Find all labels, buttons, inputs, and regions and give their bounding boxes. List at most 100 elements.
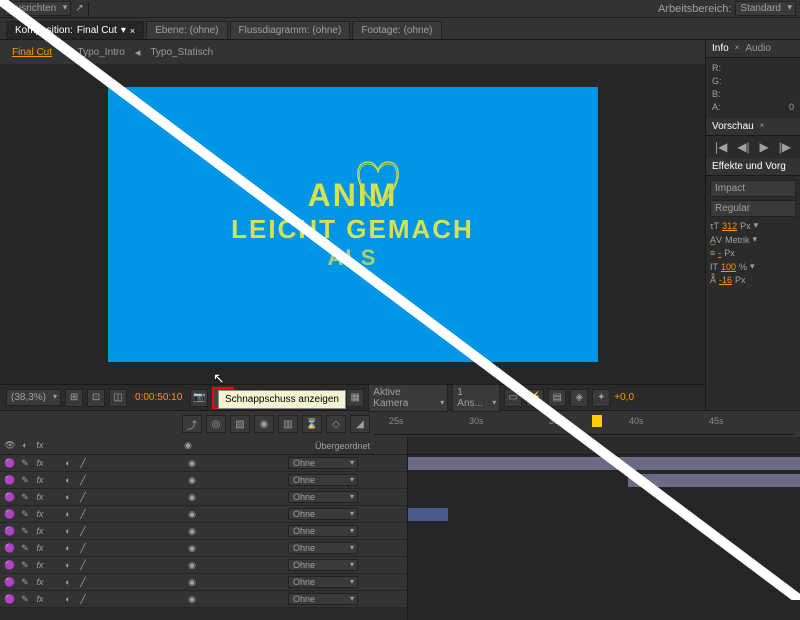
leading-value[interactable]: -: [718, 248, 721, 258]
av-icon[interactable]: 🟣: [4, 543, 16, 554]
lock-icon[interactable]: ✎: [19, 458, 31, 469]
collapse-icon[interactable]: ◐: [62, 492, 74, 503]
reset-exposure-button[interactable]: ✦: [592, 389, 610, 407]
layer-row[interactable]: 🟣 ✎ fx ◐ ╱ ◉ Ohne: [0, 489, 407, 506]
av-icon[interactable]: 🟣: [4, 492, 16, 503]
quality-icon[interactable]: ╱: [77, 543, 89, 554]
parent-dropdown[interactable]: Ohne: [288, 576, 358, 588]
collapse-icon[interactable]: ◐: [62, 526, 74, 537]
av-icon[interactable]: 🟣: [4, 560, 16, 571]
layer-row[interactable]: 🟣 ✎ fx ◐ ╱ ◉ Ohne: [0, 472, 407, 489]
av-icon[interactable]: 🟣: [4, 577, 16, 588]
lock-icon[interactable]: ✎: [19, 475, 31, 486]
lock-icon[interactable]: ✎: [19, 543, 31, 554]
collapse-icon[interactable]: ◐: [62, 594, 74, 605]
layer-row[interactable]: 🟣 ✎ fx ◐ ╱ ◉ Ohne: [0, 455, 407, 472]
track-row[interactable]: [408, 574, 800, 591]
dropdown-icon[interactable]: ▾: [750, 261, 755, 272]
motion-blur-button[interactable]: ◉: [254, 415, 274, 433]
parent-dropdown[interactable]: Ohne: [288, 508, 358, 520]
blend-switch-icon[interactable]: ◉: [186, 594, 198, 605]
layer-row[interactable]: 🟣 ✎ fx ◐ ╱ ◉ Ohne: [0, 540, 407, 557]
grid-toggle-button[interactable]: ⊞: [65, 389, 83, 407]
guides-toggle-button[interactable]: ⊡: [87, 389, 105, 407]
track-row[interactable]: [408, 540, 800, 557]
audio-tab[interactable]: Audio: [745, 43, 771, 54]
tab-composition[interactable]: Komposition: Final Cut ▾ ×: [6, 21, 144, 39]
collapse-icon[interactable]: ◐: [62, 543, 74, 554]
lock-icon[interactable]: ✎: [19, 492, 31, 503]
info-tab[interactable]: Info: [712, 43, 729, 54]
workspace-dropdown[interactable]: Standard: [735, 1, 796, 16]
prev-frame-button[interactable]: ◀|: [737, 140, 749, 154]
lock-icon[interactable]: ✎: [19, 577, 31, 588]
blend-button[interactable]: ▧: [230, 415, 250, 433]
quality-icon[interactable]: ╱: [77, 492, 89, 503]
tab-dropdown-icon[interactable]: ▾: [121, 25, 126, 36]
kerning-value[interactable]: Metrik: [725, 235, 750, 245]
snapshot-button[interactable]: 📷: [190, 389, 208, 407]
lock-icon[interactable]: ✎: [19, 560, 31, 571]
flowchart-button[interactable]: ◈: [570, 389, 588, 407]
track-row[interactable]: [408, 523, 800, 540]
brainstorm-button[interactable]: ⌛: [302, 415, 322, 433]
play-button[interactable]: ▶: [760, 140, 769, 154]
av-icon[interactable]: 🟣: [4, 509, 16, 520]
fx-icon[interactable]: fx: [34, 509, 46, 520]
track-row[interactable]: [408, 557, 800, 574]
exposure-value[interactable]: +0,0: [614, 392, 634, 403]
track-row[interactable]: [408, 455, 800, 472]
transparency-grid-button[interactable]: ▦: [346, 389, 364, 407]
fx-icon[interactable]: fx: [34, 560, 46, 571]
lock-icon[interactable]: ✎: [19, 594, 31, 605]
dropdown-icon[interactable]: ▾: [753, 234, 758, 245]
preview-area[interactable]: ANIM LEICHT GEMACH ALS: [0, 64, 705, 384]
parent-dropdown[interactable]: Ohne: [288, 559, 358, 571]
av-icon[interactable]: 🟣: [4, 458, 16, 469]
fx-icon[interactable]: fx: [34, 594, 46, 605]
tab-layer[interactable]: Ebene: (ohne): [146, 21, 227, 39]
blend-switch-icon[interactable]: ◉: [186, 475, 198, 486]
collapse-icon[interactable]: ◐: [62, 560, 74, 571]
close-icon[interactable]: ×: [735, 43, 740, 54]
collapse-icon[interactable]: ◐: [62, 509, 74, 520]
parent-dropdown[interactable]: Ohne: [288, 525, 358, 537]
timeline-button[interactable]: ▤: [548, 389, 566, 407]
av-icon[interactable]: 🟣: [4, 526, 16, 537]
fx-icon[interactable]: fx: [34, 526, 46, 537]
blend-switch-icon[interactable]: ◉: [186, 526, 198, 537]
blend-switch-icon[interactable]: ◉: [186, 492, 198, 503]
av-icon[interactable]: 🟣: [4, 475, 16, 486]
close-icon[interactable]: ×: [130, 26, 135, 36]
quality-icon[interactable]: ╱: [77, 594, 89, 605]
collapse-icon[interactable]: ◐: [62, 577, 74, 588]
chevron-left-icon[interactable]: ◂: [135, 46, 141, 59]
first-frame-button[interactable]: |◀: [715, 140, 727, 154]
parent-dropdown[interactable]: Ohne: [288, 491, 358, 503]
preview-canvas[interactable]: ANIM LEICHT GEMACH ALS: [108, 87, 598, 362]
graph-editor-button[interactable]: ◢: [350, 415, 370, 433]
quality-icon[interactable]: ╱: [77, 526, 89, 537]
track-row[interactable]: [408, 472, 800, 489]
auto-keyframe-button[interactable]: ◇: [326, 415, 346, 433]
track-row[interactable]: [408, 489, 800, 506]
blend-switch-icon[interactable]: ◉: [186, 577, 198, 588]
blend-switch-icon[interactable]: ◉: [186, 543, 198, 554]
tab-footage[interactable]: Footage: (ohne): [352, 21, 441, 39]
subtab-typointro[interactable]: Typo_Intro: [72, 44, 131, 61]
parent-dropdown[interactable]: Ohne: [288, 542, 358, 554]
pixel-aspect-button[interactable]: ▭: [504, 389, 522, 407]
fx-icon[interactable]: fx: [34, 458, 46, 469]
av-icon[interactable]: 🟣: [4, 594, 16, 605]
fx-icon[interactable]: fx: [34, 492, 46, 503]
tab-flowchart[interactable]: Flussdiagramm: (ohne): [230, 21, 351, 39]
fx-icon[interactable]: fx: [34, 543, 46, 554]
layer-row[interactable]: 🟣 ✎ fx ◐ ╱ ◉ Ohne: [0, 523, 407, 540]
mini-ruler[interactable]: 25s 30s 35s 40s 45s: [374, 413, 794, 435]
close-icon[interactable]: ×: [760, 121, 765, 132]
lock-icon[interactable]: ✎: [19, 526, 31, 537]
track-row[interactable]: [408, 506, 800, 523]
parent-dropdown[interactable]: Ohne: [288, 457, 358, 469]
font-family-dropdown[interactable]: Impact: [710, 180, 796, 197]
collapse-icon[interactable]: ◐: [62, 475, 74, 486]
